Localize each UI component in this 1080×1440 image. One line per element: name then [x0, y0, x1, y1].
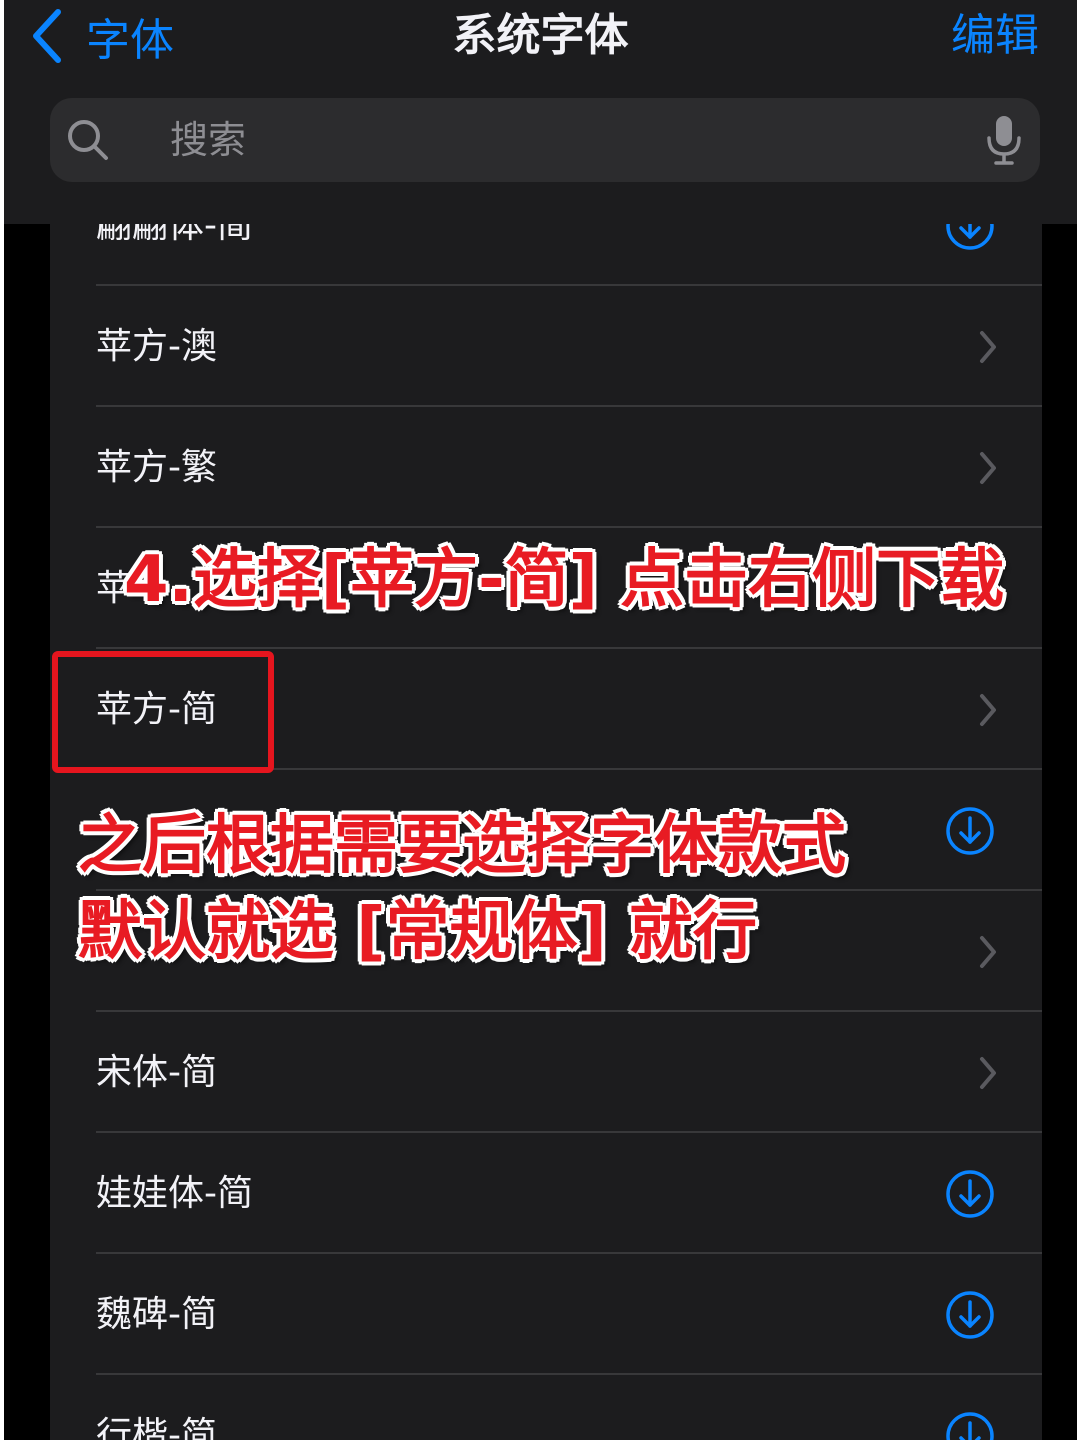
search-icon — [68, 120, 108, 160]
annotation-line-2: 默认就选 [常规体] 就行 — [78, 895, 758, 969]
download-icon[interactable] — [944, 1168, 996, 1220]
navigation-bar: 字体 系统字体 编辑 — [4, 0, 1077, 224]
font-list-item[interactable]: 魏碑-简 — [50, 1254, 1042, 1375]
font-list-item[interactable]: 苹方-澳 — [50, 286, 1042, 407]
page-title: 系统字体 — [452, 10, 629, 61]
chevron-right-icon — [980, 694, 996, 726]
font-name-label: 魏碑-简 — [96, 1294, 217, 1335]
font-list-item[interactable]: 苹方-简 — [50, 649, 1042, 770]
font-name-label: 苹方-简 — [96, 689, 217, 730]
search-input[interactable] — [170, 98, 990, 182]
download-icon[interactable] — [944, 805, 996, 857]
annotation-line-1: 之后根据需要选择字体款式 — [78, 809, 846, 883]
chevron-right-icon — [980, 936, 996, 968]
phone-screen: 字体 系统字体 编辑 翩翩体-简苹方-澳苹方-繁苹苹方-简宋体-简娃娃体-简魏碑… — [4, 0, 1077, 1440]
system-font-list: 翩翩体-简 苹方-澳 苹方-繁苹苹方-简 宋体-简 娃娃体-简 魏碑-简 行楷-简 — [50, 160, 1042, 1440]
chevron-right-icon — [980, 452, 996, 484]
font-name-label: 宋体-简 — [96, 1052, 217, 1093]
microphone-icon[interactable] — [984, 114, 1024, 166]
font-name-label: 苹方-澳 — [96, 326, 217, 367]
font-list-item[interactable]: 宋体-简 — [50, 1012, 1042, 1133]
download-icon[interactable] — [944, 1289, 996, 1341]
edit-button[interactable]: 编辑 — [951, 6, 1039, 66]
font-name-label: 行楷-简 — [96, 1415, 217, 1440]
annotation-step: 4.选择[苹方-简] 点击右侧下载 — [124, 543, 1005, 617]
font-name-label: 苹方-繁 — [96, 447, 217, 488]
search-bar[interactable] — [50, 98, 1040, 182]
font-list-item[interactable]: 行楷-简 — [50, 1375, 1042, 1440]
chevron-right-icon — [980, 331, 996, 363]
font-name-label: 娃娃体-简 — [96, 1173, 253, 1214]
font-list-item[interactable]: 苹方-繁 — [50, 407, 1042, 528]
chevron-right-icon — [980, 1057, 996, 1089]
download-icon[interactable] — [944, 1410, 996, 1440]
font-list-item[interactable]: 娃娃体-简 — [50, 1133, 1042, 1254]
